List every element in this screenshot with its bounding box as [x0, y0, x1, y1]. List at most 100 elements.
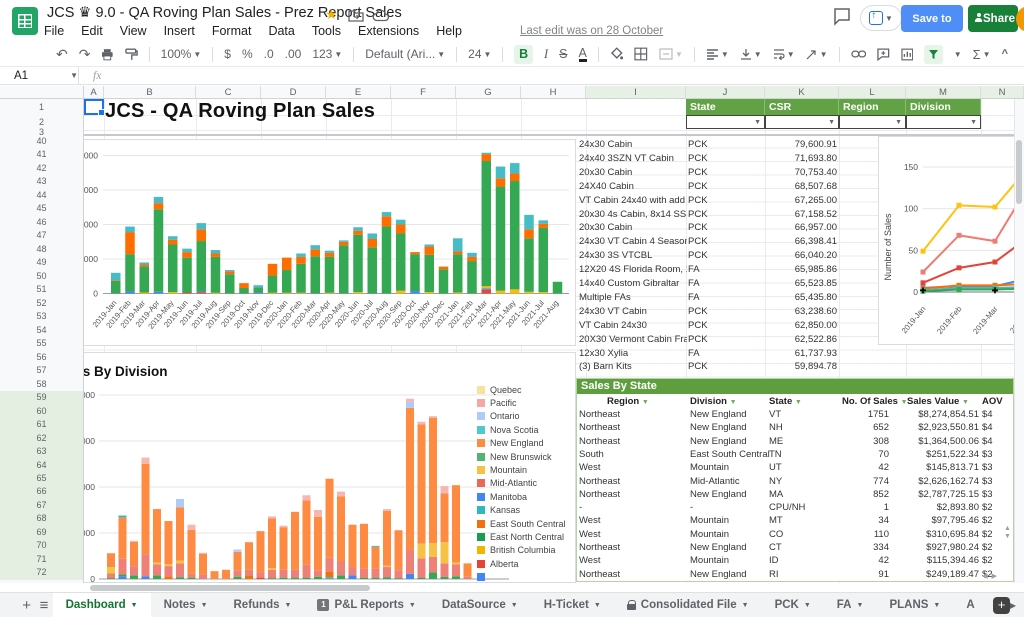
row-header-69[interactable]: 69 [0, 526, 83, 539]
row-header-62[interactable]: 62 [0, 432, 83, 445]
all-sheets-button[interactable]: ≡ [35, 593, 52, 617]
merge-cells-icon[interactable]: ▼ [659, 48, 683, 60]
collapse-toolbar-icon[interactable]: ^ [1002, 48, 1008, 60]
monthly-sales-chart[interactable]: 05000001000000150000020000002019-Jan2019… [84, 139, 576, 346]
row-header-58[interactable]: 58 [0, 378, 83, 391]
column-filter-icon[interactable]: ▼ [795, 399, 802, 406]
product-row[interactable]: 20x30 CabinPCK66,957.00 [576, 222, 839, 236]
row-header-3[interactable]: 3 [0, 130, 83, 135]
row-header-51[interactable]: 51 [0, 283, 83, 296]
tab-caret-icon[interactable]: ▼ [131, 602, 138, 609]
row-gutter[interactable]: 1234041424344454647484950515253545556575… [0, 99, 84, 583]
state-table-header-region[interactable]: Region ▼ [607, 396, 649, 407]
column-header-L[interactable]: L [839, 86, 906, 98]
sheets-logo-icon[interactable] [12, 7, 38, 35]
currency-format-button[interactable]: $ [224, 47, 231, 61]
menu-tools[interactable]: Tools [312, 24, 341, 38]
product-row[interactable]: 12x30 XyliaFA61,737.93 [576, 348, 839, 362]
tab-p-l-reports[interactable]: 1P&L Reports▼ [304, 593, 428, 617]
row-header-68[interactable]: 68 [0, 512, 83, 525]
row-header-43[interactable]: 43 [0, 175, 83, 188]
tab-caret-icon[interactable]: ▼ [285, 602, 292, 609]
undo-icon[interactable]: ↶ [56, 46, 68, 63]
column-header-I[interactable]: I [586, 86, 686, 98]
product-row[interactable]: 24X40 CabinPCK68,507.68 [576, 181, 839, 195]
print-icon[interactable] [101, 48, 114, 61]
row-header-65[interactable]: 65 [0, 472, 83, 485]
tab-caret-icon[interactable]: ▼ [594, 602, 601, 609]
product-row[interactable]: 14x40 Custom GibraltarFA65,523.85 [576, 278, 839, 292]
insert-link-icon[interactable] [851, 49, 867, 59]
row-header-59[interactable]: 59 [0, 391, 83, 404]
insert-comment-icon[interactable] [877, 48, 890, 61]
product-row[interactable]: VT Cabin 24x30PCK62,850.00 [576, 320, 839, 334]
row-header-61[interactable]: 61 [0, 418, 83, 431]
tab-caret-icon[interactable]: ▼ [857, 602, 864, 609]
menu-insert[interactable]: Insert [164, 24, 195, 38]
row-header-45[interactable]: 45 [0, 202, 83, 215]
tab-caret-icon[interactable]: ▼ [933, 602, 940, 609]
row-header-60[interactable]: 60 [0, 405, 83, 418]
add-sheet-button[interactable]: + [18, 593, 35, 617]
product-row[interactable]: VT Cabin 24x40 with add onsPCK67,265.00 [576, 195, 839, 209]
text-color-button[interactable]: A [579, 47, 587, 62]
row-header-54[interactable]: 54 [0, 324, 83, 337]
row-header-1[interactable]: 1 [0, 99, 83, 115]
column-header-J[interactable]: J [686, 86, 765, 98]
tab-plans[interactable]: PLANS▼ [876, 593, 953, 617]
product-row[interactable]: 12X20 4S Florida Room, 10XFA65,985.86 [576, 264, 839, 278]
text-wrap-button[interactable]: ▼ [773, 48, 795, 60]
cloud-status-icon[interactable] [372, 8, 390, 24]
row-header-49[interactable]: 49 [0, 256, 83, 269]
row-header-41[interactable]: 41 [0, 148, 83, 161]
row-header-67[interactable]: 67 [0, 499, 83, 512]
tab-fa[interactable]: FA▼ [824, 593, 877, 617]
column-header-N[interactable]: N [981, 86, 1024, 98]
filter-icon[interactable] [924, 45, 942, 64]
star-icon[interactable]: ★ [325, 6, 338, 23]
row-header-52[interactable]: 52 [0, 297, 83, 310]
row-header-72[interactable]: 72 [0, 566, 83, 579]
last-edit-link[interactable]: Last edit was on 28 October [520, 25, 663, 37]
product-row[interactable]: 24x30 CabinPCK79,600.91 [576, 139, 839, 153]
row-header-42[interactable]: 42 [0, 162, 83, 175]
tab-caret-icon[interactable]: ▼ [201, 602, 208, 609]
decrease-decimal-button[interactable]: .0 [264, 47, 274, 61]
increase-decimal-button[interactable]: .00 [285, 47, 302, 61]
side-panel-button[interactable]: + [993, 597, 1010, 614]
font-size-select[interactable]: 24 ▼ [468, 47, 491, 61]
tab-h-ticket[interactable]: H-Ticket▼ [531, 593, 614, 617]
row-header-64[interactable]: 64 [0, 459, 83, 472]
product-row[interactable]: 24x30 VT Cabin 4 SeasonPCK66,398.41 [576, 236, 839, 250]
column-filter-icon[interactable]: ▼ [642, 399, 649, 406]
tab-datasource[interactable]: DataSource▼ [429, 593, 531, 617]
sales-by-division-chart[interactable]: Sales By Division05000001000000150000020… [84, 352, 576, 583]
tab-refunds[interactable]: Refunds▼ [221, 593, 305, 617]
product-row[interactable]: 20x30 4s Cabin, 8x14 SS. (2)PCK67,158.52 [576, 209, 839, 223]
tab-caret-icon[interactable]: ▼ [511, 602, 518, 609]
horizontal-align-button[interactable]: ▼ [706, 49, 729, 60]
filter-dropdown-state[interactable]: ▼ [686, 115, 765, 129]
zoom-select[interactable]: 100% ▼ [161, 47, 202, 61]
paint-format-icon[interactable] [125, 48, 138, 61]
product-row[interactable]: 24x30 VT CabinPCK63,238.60 [576, 306, 839, 320]
row-header-44[interactable]: 44 [0, 189, 83, 202]
menu-file[interactable]: File [44, 24, 64, 38]
vertical-align-button[interactable]: ▼ [740, 48, 762, 60]
state-table-header-aov[interactable]: AOV [982, 396, 1003, 407]
row-header-46[interactable]: 46 [0, 216, 83, 229]
tab-a[interactable]: A [953, 593, 987, 617]
column-header-G[interactable]: G [456, 86, 521, 98]
tab-pck[interactable]: PCK▼ [762, 593, 824, 617]
tab-caret-icon[interactable]: ▼ [409, 602, 416, 609]
column-header-E[interactable]: E [326, 86, 391, 98]
sheet-grid[interactable]: JCS - QA Roving Plan Sales State▼CSR▼Reg… [84, 99, 1014, 583]
table-vertical-scrollbar[interactable]: ▲▼ [1003, 525, 1012, 567]
selected-cell-a1[interactable] [84, 99, 104, 115]
horizontal-scrollbar-thumb[interactable] [90, 585, 370, 591]
menu-view[interactable]: View [120, 24, 147, 38]
insert-chart-icon[interactable] [901, 48, 914, 61]
font-select[interactable]: Default (Ari... ▼ [365, 47, 445, 61]
text-rotation-button[interactable]: ▼ [806, 48, 828, 60]
share-button[interactable]: Share [968, 5, 1018, 32]
